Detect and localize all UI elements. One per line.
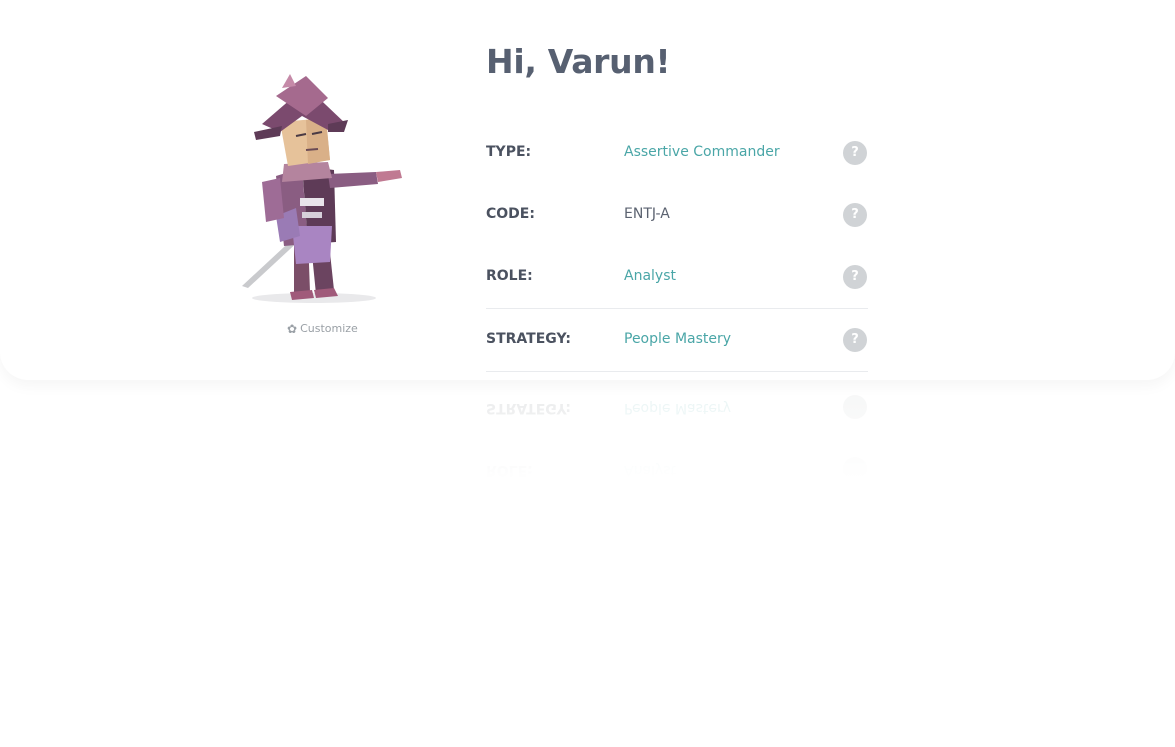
profile-page: ✿ Customize Hi, Varun! TYPE: Assertive C… <box>0 0 1175 747</box>
customize-link[interactable]: ✿ Customize <box>287 322 358 335</box>
type-value[interactable]: Assertive Commander <box>624 144 780 160</box>
customize-label: Customize <box>300 322 358 335</box>
reflection-role-label: ROLE: <box>486 462 533 478</box>
avatar-illustration <box>236 66 412 310</box>
type-label: TYPE: <box>486 144 532 160</box>
card-reflection: STRATEGY: People Mastery ROLE: Analyst <box>0 380 1175 490</box>
code-help-icon[interactable]: ? <box>843 203 867 227</box>
role-help-icon[interactable]: ? <box>843 265 867 289</box>
profile-row-role: ROLE: Analyst ? <box>486 246 868 308</box>
strategy-label: STRATEGY: <box>486 331 571 347</box>
profile-row-type: TYPE: Assertive Commander ? <box>486 122 868 184</box>
profile-row-code: CODE: ENTJ-A ? <box>486 184 868 246</box>
greeting-heading: Hi, Varun! <box>486 42 671 81</box>
reflection-content: STRATEGY: People Mastery ROLE: Analyst <box>0 380 1175 490</box>
reflection-strategy-label: STRATEGY: <box>486 400 571 416</box>
profile-row-strategy: STRATEGY: People Mastery ? <box>486 308 868 372</box>
role-value[interactable]: Analyst <box>624 268 676 284</box>
strategy-value[interactable]: People Mastery <box>624 331 731 347</box>
reflection-role-value: Analyst <box>624 462 676 478</box>
reflection-help-icon <box>843 457 867 481</box>
gear-icon: ✿ <box>287 321 298 336</box>
type-help-icon[interactable]: ? <box>843 141 867 165</box>
strategy-help-icon[interactable]: ? <box>843 328 867 352</box>
code-value: ENTJ-A <box>624 206 670 222</box>
reflection-help-icon <box>843 395 867 419</box>
reflection-fade <box>0 380 1175 490</box>
reflection-strategy-value: People Mastery <box>624 400 732 416</box>
profile-details: TYPE: Assertive Commander ? CODE: ENTJ-A… <box>486 122 868 372</box>
role-label: ROLE: <box>486 268 533 284</box>
code-label: CODE: <box>486 206 535 222</box>
